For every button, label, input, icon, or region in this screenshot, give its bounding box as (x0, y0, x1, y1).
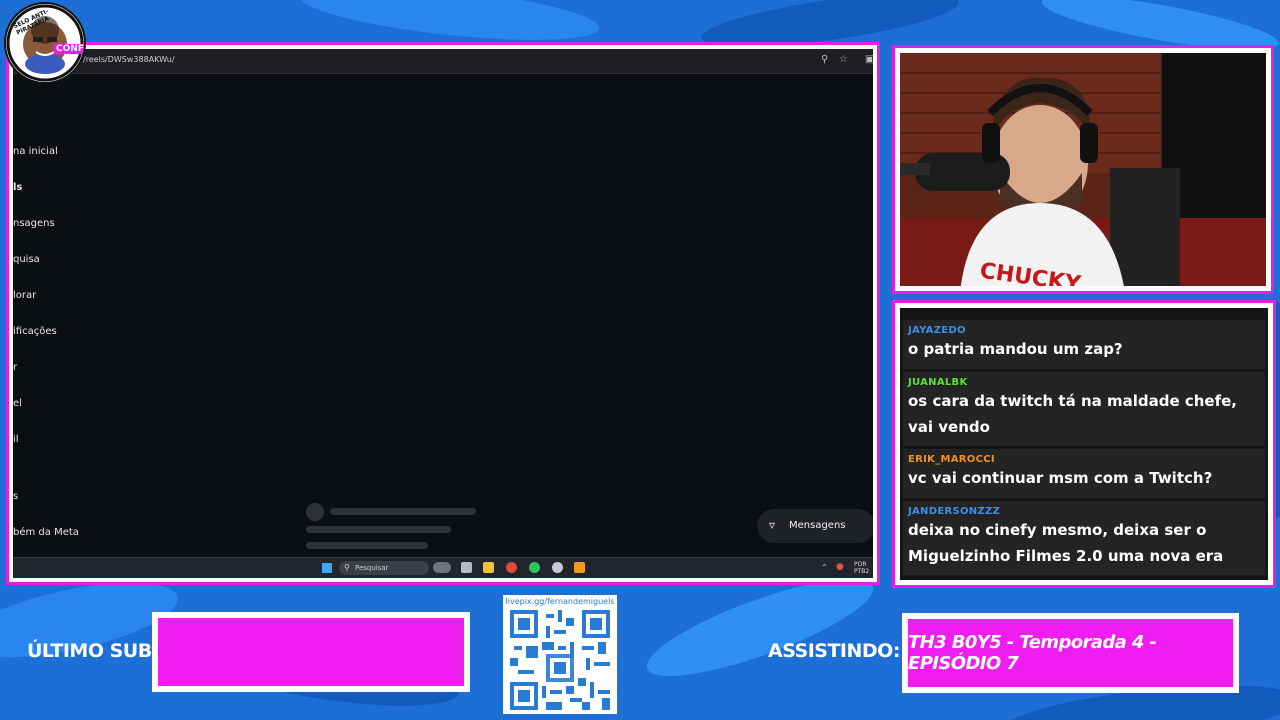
app-icon[interactable] (552, 562, 563, 573)
widget-icon[interactable] (433, 562, 451, 573)
sidebar-item-explore[interactable]: lorar (13, 290, 36, 301)
anti-piracy-seal-logo: SELO ANTI-PIRATARIA CONFIA (4, 2, 86, 84)
chevron-up-icon[interactable]: ⌃ (821, 563, 828, 572)
skeleton-line (306, 542, 428, 549)
chat-username: JUANALBK (908, 377, 968, 388)
chrome-icon[interactable] (506, 562, 517, 573)
sidebar-item-home[interactable]: na inicial (13, 146, 58, 157)
chat-frame: JAYAZEDO o patria mandou um zap? JUANALB… (892, 300, 1276, 588)
screen-capture-frame: /reels/DWSw388AKWu/ ⚲ ☆ ▣ na inicial ls … (6, 42, 880, 585)
taskbar-search[interactable]: ⚲ Pesquisar (339, 561, 429, 575)
messages-button[interactable]: ▿ Mensagens (757, 509, 873, 543)
star-icon[interactable]: ☆ (839, 54, 848, 65)
sidebar-item-meta[interactable]: bém da Meta (13, 527, 79, 538)
chat-message: JUANALBK os cara da twitch tá na maldade… (903, 372, 1265, 446)
qr-code (510, 610, 610, 710)
sidebar-item-profile[interactable]: il (13, 434, 19, 445)
language-line-1: POR (854, 561, 867, 568)
send-icon: ▿ (769, 518, 776, 532)
sidebar-item-messages[interactable]: nsagens (13, 218, 55, 229)
address-bar[interactable]: /reels/DWSw388AKWu/ (83, 55, 175, 64)
language-line-2: PTB2 (854, 568, 870, 575)
chat-username: ERIK_MAROCCI (908, 454, 995, 465)
file-explorer-icon[interactable] (483, 562, 494, 573)
webcam-frame: CHUCKY (892, 45, 1274, 294)
windows-taskbar: ⚲ Pesquisar ⌃ ● POR PTB2 (13, 557, 873, 578)
watching-box: TH3 B0Y5 - Temporada 4 - EPISÓDIO 7 (902, 613, 1239, 693)
taskbar-search-placeholder: Pesquisar (355, 564, 389, 572)
task-view-icon[interactable] (461, 562, 472, 573)
whatsapp-icon[interactable] (529, 562, 540, 573)
search-icon[interactable]: ⚲ (821, 54, 828, 65)
sidebar-item-panel[interactable]: el (13, 398, 22, 409)
last-sub-box (152, 612, 470, 692)
watching-value: TH3 B0Y5 - Temporada 4 - EPISÓDIO 7 (908, 619, 1233, 687)
watching-label: ASSISTINDO: (768, 640, 900, 662)
microphone-icon[interactable]: ● (836, 562, 844, 572)
flame-app-icon[interactable] (574, 562, 585, 573)
chat-username: JANDERSONZZZ (908, 506, 1001, 517)
chat-text: os cara da twitch tá na maldade chefe, v… (908, 392, 1237, 436)
search-icon: ⚲ (344, 563, 350, 572)
sidebar-item-search[interactable]: quisa (13, 254, 40, 265)
chat-message: JAYAZEDO o patria mandou um zap? (903, 320, 1265, 369)
last-sub-value (158, 618, 464, 686)
sidebar-item-threads[interactable]: s (13, 491, 18, 502)
sidebar-item-notifications[interactable]: ificações (13, 326, 57, 337)
sidebar-item-reels[interactable]: ls (13, 182, 22, 193)
chat-message: ERIK_MAROCCI vc vai continuar msm com a … (903, 449, 1265, 498)
skeleton-avatar (306, 503, 324, 521)
qr-code-panel: livepix.gg/fernandemiguels (503, 595, 617, 714)
seal-badge: CONFIA (54, 44, 84, 54)
last-sub-label: ÚLTIMO SUB: (27, 640, 159, 662)
sidebar-item-create[interactable]: r (13, 362, 17, 373)
skeleton-line (306, 526, 451, 533)
extension-icon[interactable]: ▣ (865, 54, 873, 65)
browser-toolbar: /reels/DWSw388AKWu/ ⚲ ☆ ▣ (13, 49, 873, 74)
windows-start-icon[interactable] (322, 563, 332, 573)
screen-capture: /reels/DWSw388AKWu/ ⚲ ☆ ▣ na inicial ls … (13, 49, 873, 578)
qr-url: livepix.gg/fernandemiguels (505, 597, 615, 606)
skeleton-line (330, 508, 476, 515)
chat-text: o patria mandou um zap? (908, 340, 1123, 358)
chat-text: deixa no cinefy mesmo, deixa ser o Migue… (908, 521, 1224, 565)
chat-username: JAYAZEDO (908, 325, 966, 336)
messages-button-label: Mensagens (789, 520, 846, 531)
streamer-webcam-image: CHUCKY (900, 53, 1266, 286)
webcam-feed: CHUCKY (900, 53, 1266, 286)
chat-text: vc vai continuar msm com a Twitch? (908, 469, 1213, 487)
language-indicator[interactable]: POR PTB2 (854, 561, 869, 575)
chat-message: JANDERSONZZZ deixa no cinefy mesmo, deix… (903, 501, 1265, 575)
chat-panel: JAYAZEDO o patria mandou um zap? JUANALB… (900, 308, 1268, 580)
